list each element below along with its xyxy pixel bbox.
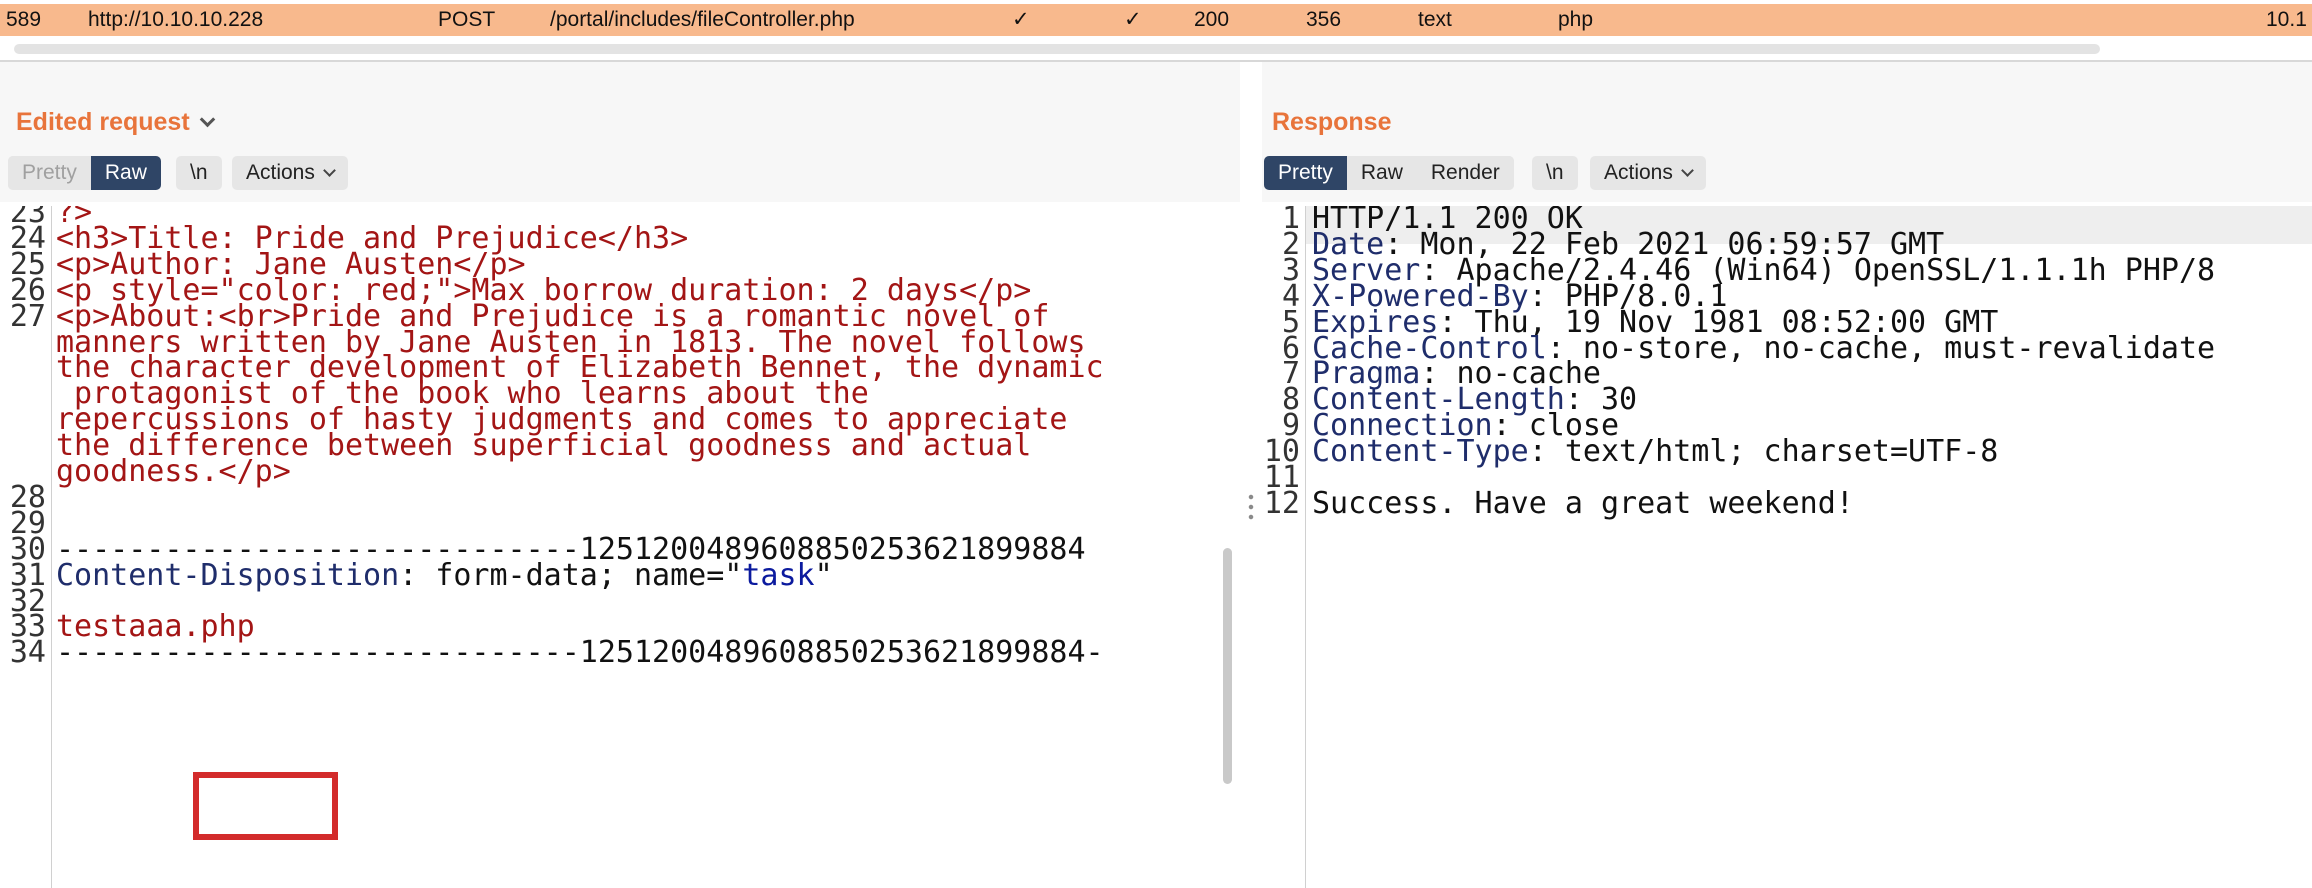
response-view-tabs: Pretty Raw Render — [1264, 156, 1514, 190]
actions-label: Actions — [246, 161, 315, 184]
annotation-highlight-box — [193, 772, 338, 840]
tab-pretty[interactable]: Pretty — [8, 156, 91, 190]
request-view-tabs: Pretty Raw — [8, 156, 161, 190]
history-status: 200 — [1194, 8, 1230, 31]
code-text: -----------------------------12512004896… — [56, 634, 1104, 672]
request-title: Edited request — [16, 108, 190, 136]
request-pane: Edited request Pretty Raw \n Actions 23?… — [0, 62, 1240, 888]
response-pane: Response Pretty Raw Render \n Actions 1H… — [1262, 62, 2312, 888]
history-extension: php — [1558, 8, 1594, 31]
history-length: 356 — [1306, 8, 1342, 31]
chevron-down-icon — [1681, 164, 1694, 177]
request-editor[interactable]: 23 ?> 24 <h3>Title: Pride and Prejudice</h3… — [0, 206, 1240, 888]
code-line: 34 -----------------------------125120048… — [0, 634, 1240, 672]
chevron-down-icon — [323, 164, 336, 177]
actions-label: Actions — [1604, 161, 1673, 184]
actions-button[interactable]: Actions — [232, 156, 348, 190]
grip-icon — [1248, 492, 1254, 522]
request-header: Edited request — [0, 62, 1240, 144]
actions-button[interactable]: Actions — [1590, 156, 1706, 190]
line-number: 12 — [1263, 485, 1300, 521]
response-title: Response — [1272, 108, 1392, 136]
history-host: http://10.10.10.228 — [88, 8, 264, 31]
code-token: -----------------------------12512004896… — [56, 635, 1104, 671]
newline-toggle-button[interactable]: \n — [176, 156, 222, 190]
tab-pretty[interactable]: Pretty — [1264, 156, 1347, 190]
history-ip: 10.1 — [2266, 8, 2307, 31]
code-text: Success. Have a great weekend! — [1312, 485, 1854, 523]
response-header: Response — [1262, 62, 2312, 144]
history-edited-check: ✓ — [1124, 8, 1142, 31]
history-url: /portal/includes/fileController.php — [550, 8, 855, 31]
chevron-down-icon — [199, 111, 215, 128]
tab-raw[interactable]: Raw — [90, 156, 161, 190]
request-toolbar: Pretty Raw \n Actions — [0, 144, 1240, 202]
history-row-selected[interactable]: 589 http://10.10.10.228 POST /portal/inc… — [0, 4, 2312, 36]
request-vertical-scrollbar[interactable] — [1223, 548, 1232, 784]
split-handle[interactable] — [1240, 62, 1262, 888]
response-toolbar: Pretty Raw Render \n Actions — [1262, 144, 2312, 202]
line-number: 34 — [9, 635, 46, 671]
tab-raw[interactable]: Raw — [1346, 156, 1417, 190]
request-title-dropdown[interactable]: Edited request — [16, 106, 215, 138]
tab-render[interactable]: Render — [1416, 156, 1514, 190]
response-editor[interactable]: 1 HTTP/1.1 200 OK 2 Date: Mon, 22 Feb 2021 … — [1262, 206, 2312, 888]
code-line: 12 Success. Have a great weekend! — [1262, 485, 2312, 523]
history-area: 589 http://10.10.10.228 POST /portal/inc… — [0, 0, 2312, 60]
code-token: Success. Have a great weekend! — [1312, 485, 1854, 521]
history-mime: text — [1418, 8, 1452, 31]
history-method: POST — [438, 8, 496, 31]
history-params-check: ✓ — [1012, 8, 1030, 31]
newline-toggle-button[interactable]: \n — [1532, 156, 1578, 190]
history-num: 589 — [6, 8, 42, 31]
history-horizontal-scrollbar[interactable] — [14, 44, 2100, 54]
